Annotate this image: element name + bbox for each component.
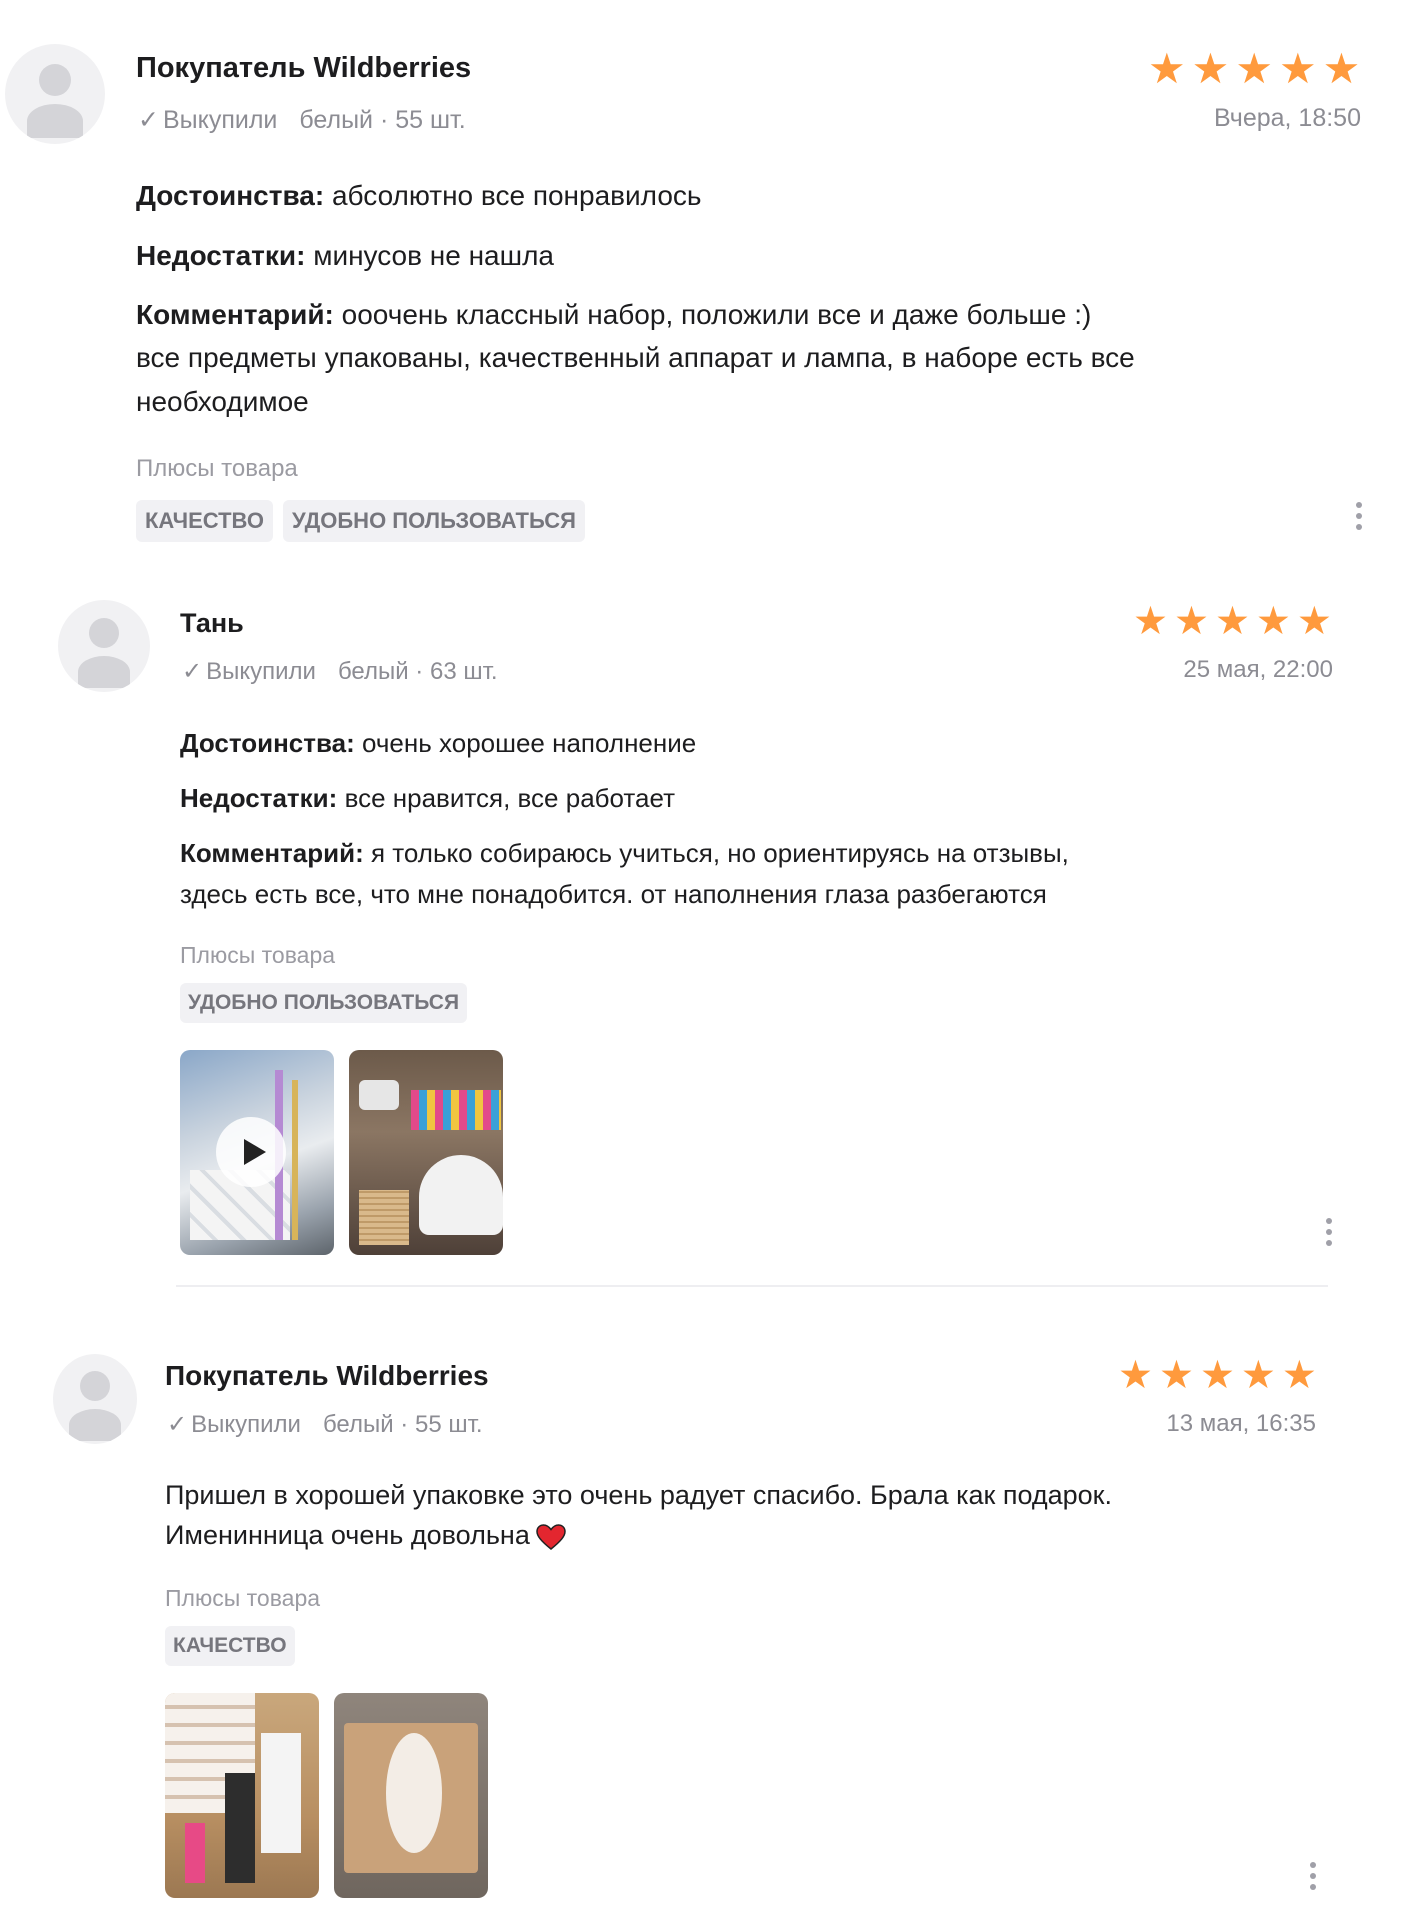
- check-icon: ✓: [167, 1411, 188, 1438]
- more-options-icon[interactable]: [1306, 1862, 1320, 1890]
- pluses-title: Плюсы товара: [136, 455, 298, 482]
- star-icon: ★: [1281, 1354, 1317, 1397]
- check-icon: ✓: [138, 106, 159, 134]
- pluses-title: Плюсы товара: [180, 942, 336, 968]
- star-icon: ★: [1199, 1354, 1235, 1397]
- review-date: 25 мая, 22:00: [1183, 656, 1333, 683]
- review-text: Пришел в хорошей упаковке это очень раду…: [165, 1480, 1112, 1510]
- bought-status: Выкупили: [191, 1411, 301, 1438]
- tag-easy-to-use: УДОБНО ПОЛЬЗОВАТЬСЯ: [283, 500, 585, 542]
- tag-easy-to-use: УДОБНО ПОЛЬЗОВАТЬСЯ: [180, 983, 468, 1023]
- star-icon: ★: [1191, 45, 1230, 92]
- bought-status: Выкупили: [206, 658, 316, 685]
- cons-line: Недостатки: все нравится, все работает: [180, 783, 675, 814]
- review-photo[interactable]: [349, 1050, 503, 1255]
- review-text: Именинница очень довольна: [165, 1520, 566, 1551]
- product-variant: белый · 63 шт.: [337, 658, 498, 685]
- review-author[interactable]: Тань: [180, 608, 244, 639]
- star-icon: ★: [1322, 45, 1361, 92]
- tag-quality: КАЧЕСТВО: [165, 1626, 295, 1666]
- cons-label: Недостатки:: [136, 240, 306, 271]
- star-icon: ★: [1235, 45, 1273, 92]
- pluses-title: Плюсы товара: [165, 1585, 321, 1611]
- purchase-meta: ✓ Выкупили белый · 63 шт.: [182, 657, 498, 686]
- pluses-tags: КАЧЕСТВО: [165, 1626, 295, 1666]
- bought-status: Выкупили: [162, 106, 278, 134]
- comment-label: Комментарий:: [180, 838, 364, 868]
- review-author[interactable]: Покупатель Wildberries: [165, 1360, 489, 1392]
- product-variant: белый · 55 шт.: [322, 1411, 483, 1438]
- purchase-meta: ✓ Выкупили белый · 55 шт.: [167, 1410, 483, 1439]
- comment-line: все предметы упакованы, качественный апп…: [136, 342, 1135, 373]
- pluses-tags: УДОБНО ПОЛЬЗОВАТЬСЯ: [180, 983, 468, 1023]
- avatar: [5, 44, 105, 144]
- heart-icon: [536, 1524, 566, 1550]
- review-date: 13 мая, 16:35: [1166, 1410, 1316, 1437]
- pros-line: Достоинства: абсолютно все понравилось: [136, 180, 702, 212]
- review-photo[interactable]: [334, 1693, 488, 1898]
- star-icon: ★: [1278, 45, 1317, 92]
- pros-label: Достоинства:: [136, 180, 325, 211]
- rating-stars: ★ ★ ★ ★ ★: [1133, 602, 1332, 641]
- star-icon: ★: [1255, 600, 1291, 643]
- cons-text: все нравится, все работает: [344, 783, 676, 813]
- star-icon: ★: [1118, 1354, 1153, 1397]
- star-icon: ★: [1148, 45, 1186, 92]
- comment-line: здесь есть все, что мне понадобится. от …: [180, 879, 1047, 909]
- review-divider: [176, 1285, 1328, 1287]
- comment-text: я только собираюсь учиться, но ориентиру…: [370, 838, 1069, 868]
- rating-stars: ★ ★ ★ ★ ★: [1118, 1356, 1317, 1395]
- comment-line: необходимое: [136, 386, 309, 417]
- pros-label: Достоинства:: [180, 728, 355, 758]
- avatar: [53, 1354, 137, 1444]
- cons-line: Недостатки: минусов не нашла: [136, 240, 554, 272]
- play-icon[interactable]: [216, 1117, 286, 1187]
- review-video-thumbnail[interactable]: [180, 1050, 334, 1255]
- pros-text: очень хорошее наполнение: [362, 728, 697, 758]
- comment-line: Комментарий: ооочень классный набор, пол…: [136, 299, 1091, 331]
- purchase-meta: ✓ Выкупили белый · 55 шт.: [138, 105, 466, 135]
- rating-stars: ★ ★ ★ ★ ★: [1148, 48, 1360, 90]
- pluses-tags: КАЧЕСТВО УДОБНО ПОЛЬЗОВАТЬСЯ: [136, 500, 585, 542]
- product-variant: белый · 55 шт.: [299, 106, 466, 134]
- review-text-line: Именинница очень довольна: [165, 1520, 530, 1550]
- pros-line: Достоинства: очень хорошее наполнение: [180, 728, 696, 759]
- more-options-icon[interactable]: [1322, 1218, 1336, 1246]
- star-icon: ★: [1296, 600, 1332, 643]
- review-author[interactable]: Покупатель Wildberries: [136, 52, 471, 85]
- cons-label: Недостатки:: [180, 783, 338, 813]
- comment-line: Комментарий: я только собираюсь учиться,…: [180, 838, 1069, 869]
- star-icon: ★: [1158, 1354, 1194, 1397]
- check-icon: ✓: [182, 658, 203, 685]
- pros-text: абсолютно все понравилось: [331, 180, 702, 211]
- star-icon: ★: [1133, 600, 1168, 643]
- more-options-icon[interactable]: [1352, 502, 1366, 530]
- cons-text: минусов не нашла: [313, 240, 555, 271]
- star-icon: ★: [1240, 1354, 1276, 1397]
- star-icon: ★: [1173, 600, 1209, 643]
- tag-quality: КАЧЕСТВО: [136, 500, 274, 542]
- review-photo[interactable]: [165, 1693, 319, 1898]
- star-icon: ★: [1214, 600, 1250, 643]
- review-date: Вчера, 18:50: [1213, 104, 1361, 132]
- comment-text: ооочень классный набор, положили все и д…: [341, 299, 1092, 330]
- avatar: [58, 600, 150, 692]
- comment-label: Комментарий:: [136, 299, 334, 330]
